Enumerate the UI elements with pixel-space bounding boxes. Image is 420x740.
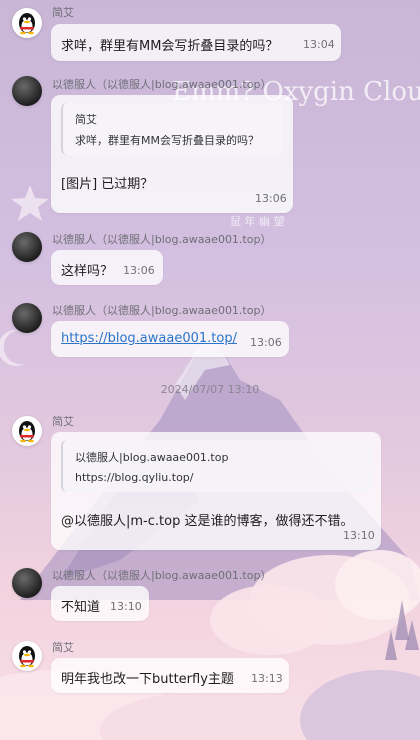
message-text: 这样吗？	[61, 264, 114, 279]
message-time: 13:10	[343, 529, 375, 542]
message-bubble[interactable]: 明年我也改一下butterfly主题 13:13	[51, 658, 289, 693]
quote-text: 求咩，群里有MM会写折叠目录的吗？	[75, 134, 259, 147]
sender-name: 以德服人（以德服人|blog.awaae001.top）	[52, 233, 272, 246]
quote-author: 以德服人|blog.awaae001.top	[75, 451, 229, 464]
message-bubble[interactable]: 不知道 13:10	[51, 586, 149, 621]
message-bubble[interactable]: 简艾 求咩，群里有MM会写折叠目录的吗？ [图片] 已过期？ 13:06	[51, 95, 293, 213]
chat-message-list[interactable]: 简艾 求咩，群里有MM会写折叠目录的吗？ 13:04 以德服人（以德服人|blo…	[0, 0, 420, 740]
sender-name: 以德服人（以德服人|blog.awaae001.top）	[52, 304, 272, 317]
quote-text: https://blog.qyliu.top/	[75, 471, 194, 484]
sender-name: 简艾	[52, 415, 74, 428]
qq-penguin-icon	[19, 13, 35, 35]
qq-penguin-icon	[19, 646, 35, 668]
message-text: [图片] 已过期？	[61, 177, 154, 192]
time-separator: 2024/07/07 13:10	[160, 383, 260, 396]
message-time: 13:04	[303, 38, 335, 51]
avatar[interactable]	[12, 232, 42, 262]
avatar[interactable]	[12, 641, 42, 671]
avatar[interactable]	[12, 568, 42, 598]
message-time: 13:10	[110, 600, 142, 613]
sender-name: 以德服人（以德服人|blog.awaae001.top）	[52, 78, 272, 91]
quoted-message[interactable]: 简艾 求咩，群里有MM会写折叠目录的吗？	[61, 103, 283, 155]
message-time: 13:06	[250, 336, 282, 349]
avatar[interactable]	[12, 76, 42, 106]
message-time: 13:13	[251, 672, 283, 685]
avatar[interactable]	[12, 416, 42, 446]
message-text: 不知道	[61, 600, 101, 615]
message-bubble[interactable]: https://blog.awaae001.top/ 13:06	[51, 321, 289, 357]
message-text: 求咩，群里有MM会写折叠目录的吗？	[61, 39, 279, 54]
message-bubble[interactable]: 求咩，群里有MM会写折叠目录的吗？ 13:04	[51, 24, 341, 61]
sender-name: 以德服人（以德服人|blog.awaae001.top）	[52, 569, 272, 582]
message-time: 13:06	[255, 192, 287, 205]
message-bubble[interactable]: 这样吗？ 13:06	[51, 250, 163, 285]
avatar[interactable]	[12, 303, 42, 333]
quote-author: 简艾	[75, 113, 97, 126]
message-time: 13:06	[123, 264, 155, 277]
quoted-message[interactable]: 以德服人|blog.awaae001.top https://blog.qyli…	[61, 440, 371, 492]
message-text: @以德服人|m-c.top 这是谁的博客，做得还不错。	[61, 514, 354, 529]
message-link[interactable]: https://blog.awaae001.top/	[61, 331, 237, 346]
sender-name: 简艾	[52, 641, 74, 654]
message-bubble[interactable]: 以德服人|blog.awaae001.top https://blog.qyli…	[51, 432, 381, 550]
message-text: 明年我也改一下butterfly主题	[61, 672, 234, 687]
sender-name: 简艾	[52, 6, 74, 19]
avatar[interactable]	[12, 8, 42, 38]
qq-penguin-icon	[19, 421, 35, 443]
